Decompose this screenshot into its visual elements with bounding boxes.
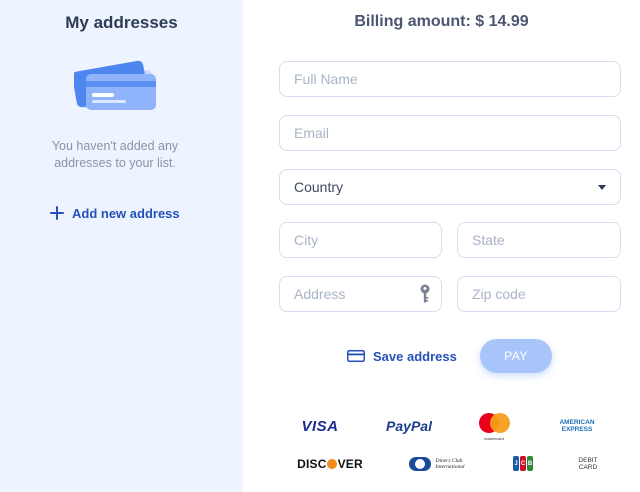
discover-text-start: DISC xyxy=(297,457,327,471)
discover-logo: DISC VER xyxy=(296,455,364,473)
save-address-label: Save address xyxy=(373,348,457,364)
country-select[interactable]: Country xyxy=(279,169,621,205)
debit-line-2: CARD xyxy=(578,464,598,471)
state-input[interactable] xyxy=(457,222,621,258)
diners-club-logo: Diners Club International xyxy=(404,454,470,474)
amex-line-2: EXPRESS xyxy=(561,426,593,433)
add-new-address-button[interactable]: Add new address xyxy=(50,202,180,224)
email-input[interactable] xyxy=(279,115,621,151)
plus-icon xyxy=(50,206,64,220)
zip-code-input[interactable] xyxy=(457,276,621,312)
jcb-b: B xyxy=(527,456,533,471)
jcb-j: J xyxy=(513,456,519,471)
jcb-logo: J C B xyxy=(512,455,534,472)
pay-button[interactable]: PAY xyxy=(480,339,552,373)
visa-logo: VISA xyxy=(301,417,339,435)
address-field-wrapper xyxy=(279,276,442,312)
caret-down-icon xyxy=(598,184,606,190)
add-new-address-label: Add new address xyxy=(72,205,180,221)
mastercard-logo: mastercard xyxy=(474,412,514,442)
american-express-logo: AMERICAN EXPRESS xyxy=(553,415,601,437)
debit-line-1: DEBIT xyxy=(578,456,598,464)
discover-text-end: VER xyxy=(337,457,363,471)
country-select-value: Country xyxy=(294,179,344,195)
mastercard-wordmark: mastercard xyxy=(483,436,504,441)
discover-orange-dot-icon xyxy=(327,459,338,469)
amex-line-1: AMERICAN xyxy=(559,419,595,426)
paypal-logo: PayPal xyxy=(386,418,432,434)
billing-amount: Billing amount: $ 14.99 xyxy=(354,13,529,30)
addresses-title: My addresses xyxy=(65,13,178,32)
credit-cards-illustration-icon xyxy=(74,60,156,110)
key-icon[interactable] xyxy=(419,284,431,304)
addresses-panel: My addresses You haven't added any addre… xyxy=(0,0,243,492)
full-name-input[interactable] xyxy=(279,61,621,97)
diners-line-2: International xyxy=(435,464,465,470)
jcb-c: C xyxy=(520,456,526,471)
city-input[interactable] xyxy=(279,222,442,258)
credit-card-icon xyxy=(347,350,365,362)
address-input[interactable] xyxy=(279,276,442,312)
empty-addresses-message: You haven't added any addresses to your … xyxy=(51,139,179,170)
diners-club-mark-icon xyxy=(409,457,432,471)
save-address-button[interactable]: Save address xyxy=(347,345,457,367)
debit-card-logo: DEBIT CARD xyxy=(574,454,602,474)
mastercard-circles-icon xyxy=(477,413,511,435)
